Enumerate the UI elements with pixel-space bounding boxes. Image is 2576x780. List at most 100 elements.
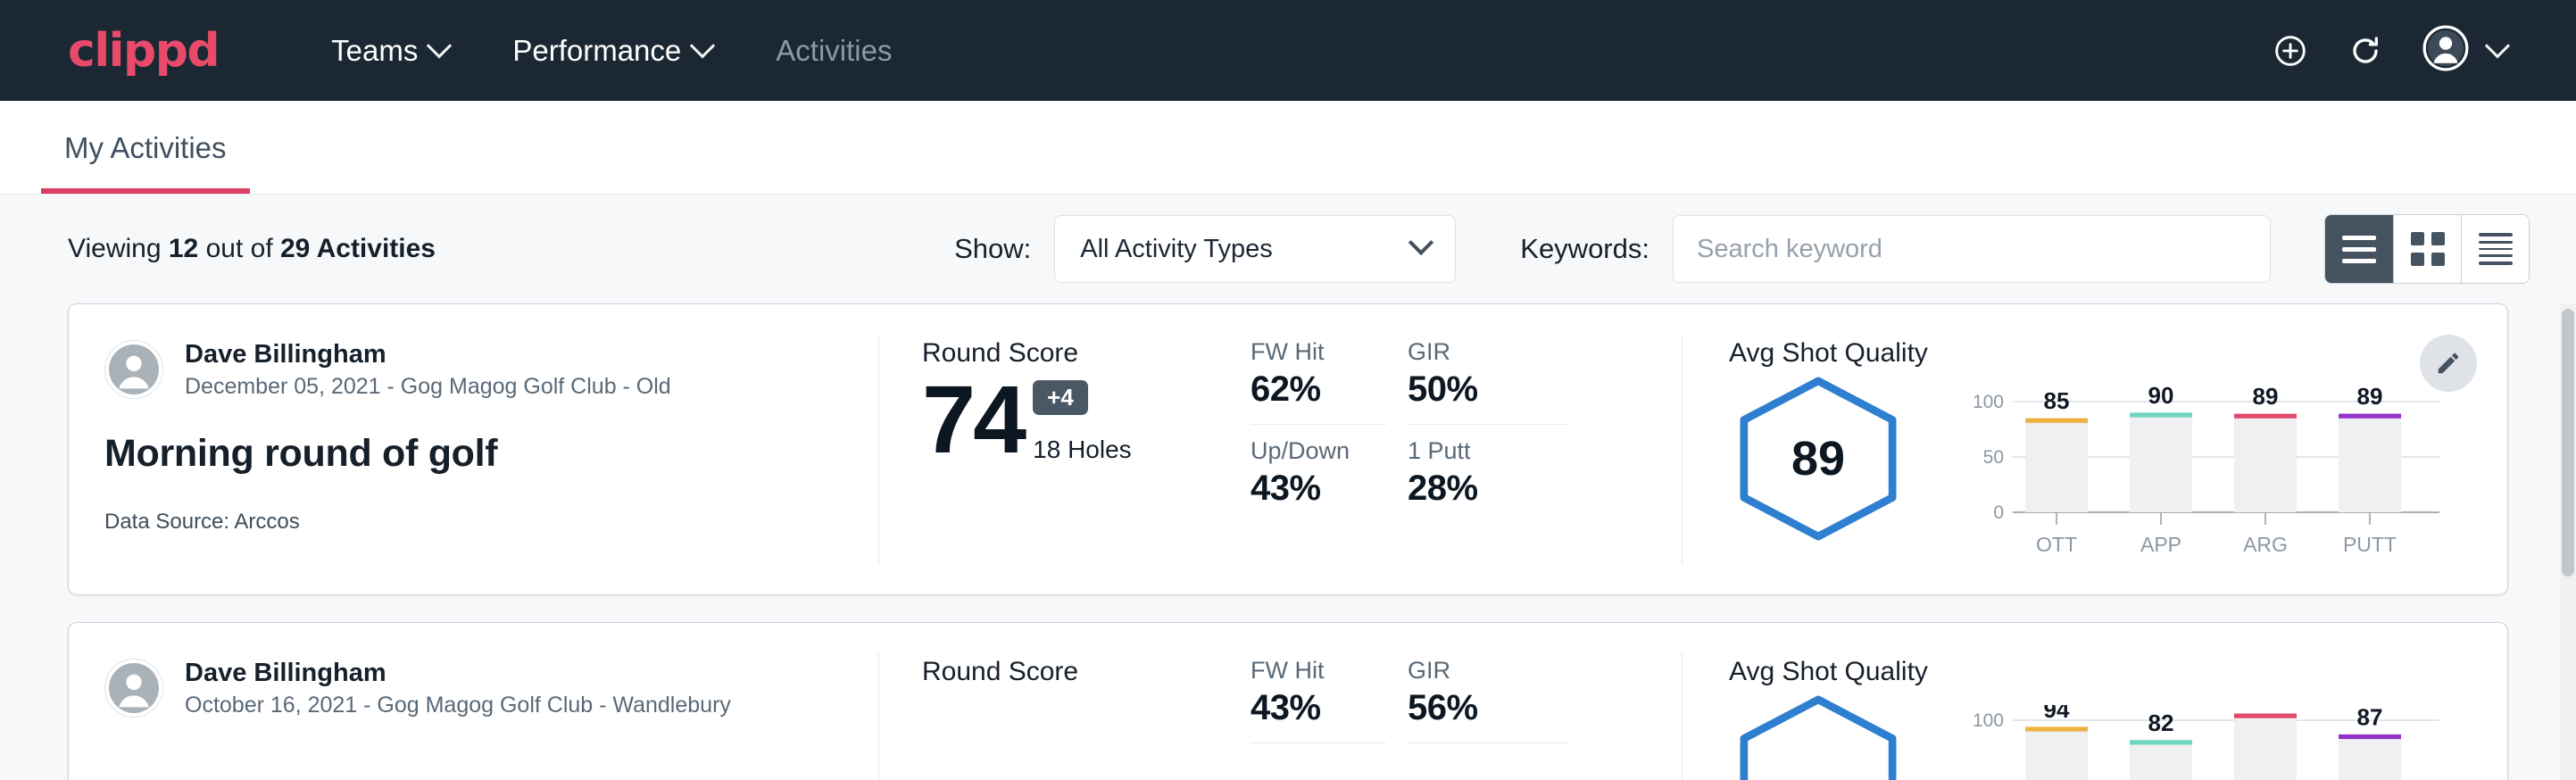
- author-name: Dave Billingham: [185, 657, 731, 689]
- compact-view-icon: [2479, 233, 2513, 265]
- shot-quality-label: Avg Shot Quality: [1729, 657, 2507, 687]
- activity-author: Dave Billingham October 16, 2021 - Gog M…: [104, 657, 879, 718]
- nav-item-performance[interactable]: Performance: [480, 34, 744, 68]
- stat-value: 50%: [1408, 369, 1568, 410]
- tab-my-activities[interactable]: My Activities: [41, 131, 250, 194]
- stat-label: FW Hit: [1251, 657, 1386, 685]
- shot-quality-chart: 100 50 0 85 OTT: [1961, 386, 2443, 569]
- activity-title: Morning round of golf: [104, 432, 879, 476]
- x-tick-app: APP: [2140, 533, 2181, 556]
- round-stats-grid: FW Hit 62% GIR 50% Up/Down 43% 1 Putt 28…: [1251, 338, 1683, 509]
- stat-fw-hit: FW Hit 43%: [1251, 657, 1386, 743]
- avatar: [104, 659, 163, 718]
- round-stats-column: FW Hit 43% GIR 56%: [1236, 623, 1683, 780]
- activity-count-summary: Viewing 12 out of 29 Activities: [68, 234, 436, 264]
- round-stats-column: FW Hit 62% GIR 50% Up/Down 43% 1 Putt 28…: [1236, 304, 1683, 594]
- round-stats-grid: FW Hit 43% GIR 56%: [1251, 657, 1683, 756]
- bar-putt: 89 PUTT: [2339, 386, 2401, 556]
- page-scrollbar[interactable]: [2560, 303, 2576, 780]
- shot-quality-hexagon: [1729, 693, 1907, 780]
- account-avatar-icon: [2422, 25, 2469, 76]
- bar-ott: 94: [2025, 705, 2088, 780]
- activity-summary-column: Dave Billingham October 16, 2021 - Gog M…: [69, 623, 879, 780]
- stat-label: GIR: [1408, 338, 1568, 366]
- shot-quality-column: Avg Shot Quality 89 100 50 0: [1683, 304, 2507, 594]
- refresh-icon[interactable]: [2347, 33, 2383, 69]
- bar-label-putt: 87: [2357, 705, 2383, 731]
- pencil-icon: [2435, 350, 2462, 377]
- bar-label-app: 82: [2148, 709, 2174, 736]
- stat-value: 43%: [1251, 688, 1386, 728]
- shot-quality-hexagon: 89: [1729, 374, 1907, 544]
- search-input[interactable]: [1673, 215, 2271, 283]
- account-menu[interactable]: [2422, 25, 2506, 76]
- bar-label-putt: 89: [2357, 386, 2383, 410]
- y-tick-0: 0: [1993, 502, 2004, 523]
- primary-nav: Teams Performance Activities: [299, 34, 924, 68]
- shot-quality-bar-chart: 100 94 82: [1961, 705, 2443, 780]
- shot-quality-body: 100 94 82: [1729, 693, 2507, 780]
- view-mode-toggle-group: [2324, 214, 2530, 284]
- author-meta: December 05, 2021 - Gog Magog Golf Club …: [185, 374, 671, 400]
- compact-view-button[interactable]: [2461, 215, 2529, 283]
- nav-item-teams[interactable]: Teams: [299, 34, 480, 68]
- round-score-label: Round Score: [922, 657, 1236, 687]
- chevron-down-icon: [2485, 33, 2510, 58]
- score-to-par-badge: +4: [1033, 380, 1088, 415]
- round-score-column: Round Score: [879, 623, 1236, 780]
- stat-one-putt: 1 Putt 28%: [1408, 437, 1568, 509]
- shot-quality-score: [1729, 693, 1907, 780]
- shot-quality-score: 89: [1729, 374, 1907, 544]
- round-score-value-row: 74 +4 18 Holes: [922, 374, 1236, 466]
- activity-card[interactable]: Dave Billingham December 05, 2021 - Gog …: [68, 303, 2508, 595]
- stat-up-down: Up/Down 43%: [1251, 437, 1386, 509]
- list-view-icon: [2342, 236, 2376, 263]
- stat-value: 43%: [1251, 469, 1386, 509]
- list-view-button[interactable]: [2325, 215, 2393, 283]
- activity-card-list: Dave Billingham December 05, 2021 - Gog …: [0, 303, 2576, 780]
- round-score-label: Round Score: [922, 338, 1236, 369]
- grid-view-button[interactable]: [2393, 215, 2461, 283]
- bar-label-ott: 85: [2044, 387, 2070, 414]
- edit-activity-button[interactable]: [2420, 335, 2477, 392]
- stat-value: 28%: [1408, 469, 1568, 509]
- round-score-value: 74: [922, 374, 1024, 466]
- stat-label: FW Hit: [1251, 338, 1386, 366]
- activity-author: Dave Billingham December 05, 2021 - Gog …: [104, 338, 879, 400]
- filter-controls: Show: All Activity Types Keywords:: [954, 214, 2530, 284]
- nav-item-activities[interactable]: Activities: [744, 34, 924, 68]
- stat-value: 56%: [1408, 688, 1568, 728]
- author-meta: October 16, 2021 - Gog Magog Golf Club -…: [185, 693, 731, 718]
- activity-card[interactable]: Dave Billingham October 16, 2021 - Gog M…: [68, 622, 2508, 780]
- activity-type-select[interactable]: All Activity Types: [1054, 215, 1456, 283]
- author-text: Dave Billingham October 16, 2021 - Gog M…: [185, 657, 731, 718]
- shot-quality-label: Avg Shot Quality: [1729, 338, 2507, 369]
- y-tick-100: 100: [1973, 710, 2004, 731]
- nav-actions: [2273, 25, 2530, 76]
- stat-label: Up/Down: [1251, 437, 1386, 465]
- holes-played: 18 Holes: [1033, 436, 1132, 464]
- tab-my-activities-label: My Activities: [64, 131, 227, 164]
- activity-type-select-value: All Activity Types: [1080, 235, 1272, 264]
- y-tick-100: 100: [1973, 392, 2004, 412]
- nav-item-teams-label: Teams: [331, 34, 418, 68]
- stat-label: GIR: [1408, 657, 1568, 685]
- top-navigation-bar: clippd Teams Performance Activities: [0, 0, 2576, 101]
- page-tab-bar: My Activities: [0, 101, 2576, 195]
- shot-quality-chart: 100 94 82: [1961, 705, 2443, 780]
- clippd-logo[interactable]: clippd: [68, 24, 219, 78]
- viewing-middle: out of: [206, 234, 273, 263]
- stat-label: 1 Putt: [1408, 437, 1568, 465]
- author-text: Dave Billingham December 05, 2021 - Gog …: [185, 338, 671, 400]
- shot-quality-body: 89 100 50 0: [1729, 374, 2507, 569]
- plus-circle-icon[interactable]: [2273, 33, 2308, 69]
- page-scrollbar-thumb[interactable]: [2562, 309, 2574, 577]
- chevron-down-icon: [427, 33, 452, 58]
- stat-value: 62%: [1251, 369, 1386, 410]
- stat-fw-hit: FW Hit 62%: [1251, 338, 1386, 425]
- bar-ott: 85 OTT: [2025, 387, 2088, 556]
- x-tick-arg: ARG: [2243, 533, 2288, 556]
- stat-gir: GIR 50%: [1408, 338, 1568, 425]
- bar-putt: 87: [2339, 705, 2401, 780]
- avatar: [104, 340, 163, 399]
